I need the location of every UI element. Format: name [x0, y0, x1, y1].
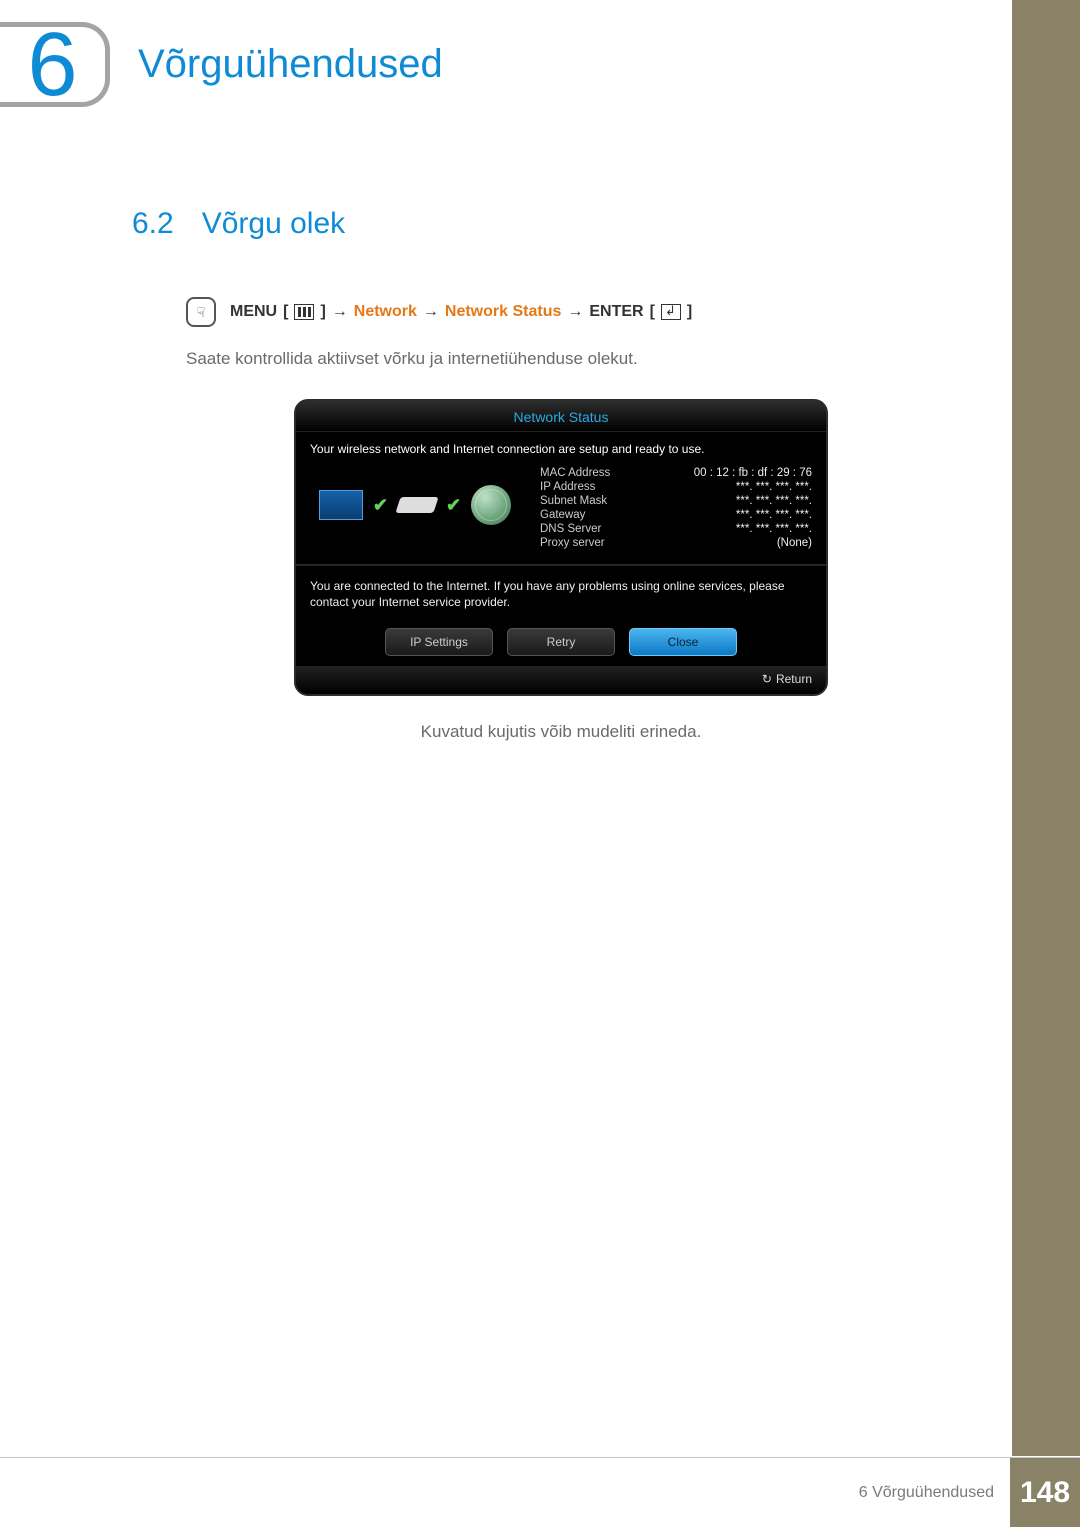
footer-text: 6 Võrguühendused — [859, 1458, 1010, 1527]
osd-message: You are connected to the Internet. If yo… — [296, 565, 826, 624]
table-row: MAC Address 00 : 12 : fb : df : 29 : 76 — [540, 466, 812, 480]
retry-button[interactable]: Retry — [507, 628, 615, 656]
osd-dialog: Network Status Your wireless network and… — [294, 399, 828, 696]
nav-network-status: Network Status — [445, 303, 561, 321]
table-row: Subnet Mask ***. ***. ***. ***. — [540, 494, 812, 508]
bracket-open: [ — [283, 303, 288, 321]
chapter-title: Võrguühendused — [138, 42, 443, 87]
body-text: Saate kontrollida aktiivset võrku ja int… — [132, 349, 990, 369]
row-label: Proxy server — [540, 537, 605, 549]
router-icon — [395, 497, 438, 513]
bracket-close: ] — [320, 303, 325, 321]
return-label: Return — [776, 672, 812, 686]
row-label: Subnet Mask — [540, 495, 607, 507]
navigation-path: ☟ MENU [] → Network → Network Status → E… — [132, 297, 990, 327]
check-icon: ✔ — [373, 495, 388, 516]
arrow-3: → — [567, 303, 583, 321]
touch-icon: ☟ — [186, 297, 216, 327]
page-footer: 6 Võrguühendused 148 — [0, 1457, 1080, 1527]
tv-icon — [319, 490, 363, 520]
table-row: Gateway ***. ***. ***. ***. — [540, 508, 812, 522]
chapter-badge: 6 — [0, 22, 110, 107]
enter-icon — [661, 304, 681, 320]
bracket-close-2: ] — [687, 303, 692, 321]
connection-graphic: ✔ ✔ — [310, 466, 520, 544]
globe-icon — [471, 485, 511, 525]
network-info-table: MAC Address 00 : 12 : fb : df : 29 : 76 I… — [540, 466, 812, 550]
section-heading: 6.2 Võrgu olek — [132, 207, 990, 241]
row-value: 00 : 12 : fb : df : 29 : 76 — [694, 467, 812, 479]
row-value: ***. ***. ***. ***. — [736, 523, 812, 535]
arrow-2: → — [423, 303, 439, 321]
ip-settings-button[interactable]: IP Settings — [385, 628, 493, 656]
osd-footer: ↻ Return — [296, 666, 826, 694]
osd-title: Network Status — [296, 401, 826, 432]
close-button[interactable]: Close — [629, 628, 737, 656]
page-number: 148 — [1010, 1458, 1080, 1527]
table-row: Proxy server (None) — [540, 536, 812, 550]
enter-label: ENTER — [589, 303, 643, 321]
return-icon: ↻ — [762, 672, 772, 686]
menu-label: MENU — [230, 303, 277, 321]
check-icon: ✔ — [446, 495, 461, 516]
row-value: (None) — [777, 537, 812, 549]
chapter-number: 6 — [27, 20, 77, 110]
row-value: ***. ***. ***. ***. — [736, 481, 812, 493]
table-row: IP Address ***. ***. ***. ***. — [540, 480, 812, 494]
arrow-1: → — [332, 303, 348, 321]
row-label: DNS Server — [540, 523, 601, 535]
caption-text: Kuvatud kujutis võib mudeliti erineda. — [132, 722, 990, 742]
row-label: Gateway — [540, 509, 585, 521]
nav-network: Network — [354, 303, 417, 321]
section-number: 6.2 — [132, 207, 174, 241]
table-row: DNS Server ***. ***. ***. ***. — [540, 522, 812, 536]
menu-icon — [294, 304, 314, 320]
section-title: Võrgu olek — [202, 207, 345, 241]
bracket-open-2: [ — [650, 303, 655, 321]
side-accent-bar — [1012, 0, 1080, 1456]
chapter-header: 6 Võrguühendused — [0, 0, 1080, 107]
row-value: ***. ***. ***. ***. — [736, 495, 812, 507]
row-label: IP Address — [540, 481, 595, 493]
row-label: MAC Address — [540, 467, 610, 479]
row-value: ***. ***. ***. ***. — [736, 509, 812, 521]
osd-status-line: Your wireless network and Internet conne… — [296, 432, 826, 462]
